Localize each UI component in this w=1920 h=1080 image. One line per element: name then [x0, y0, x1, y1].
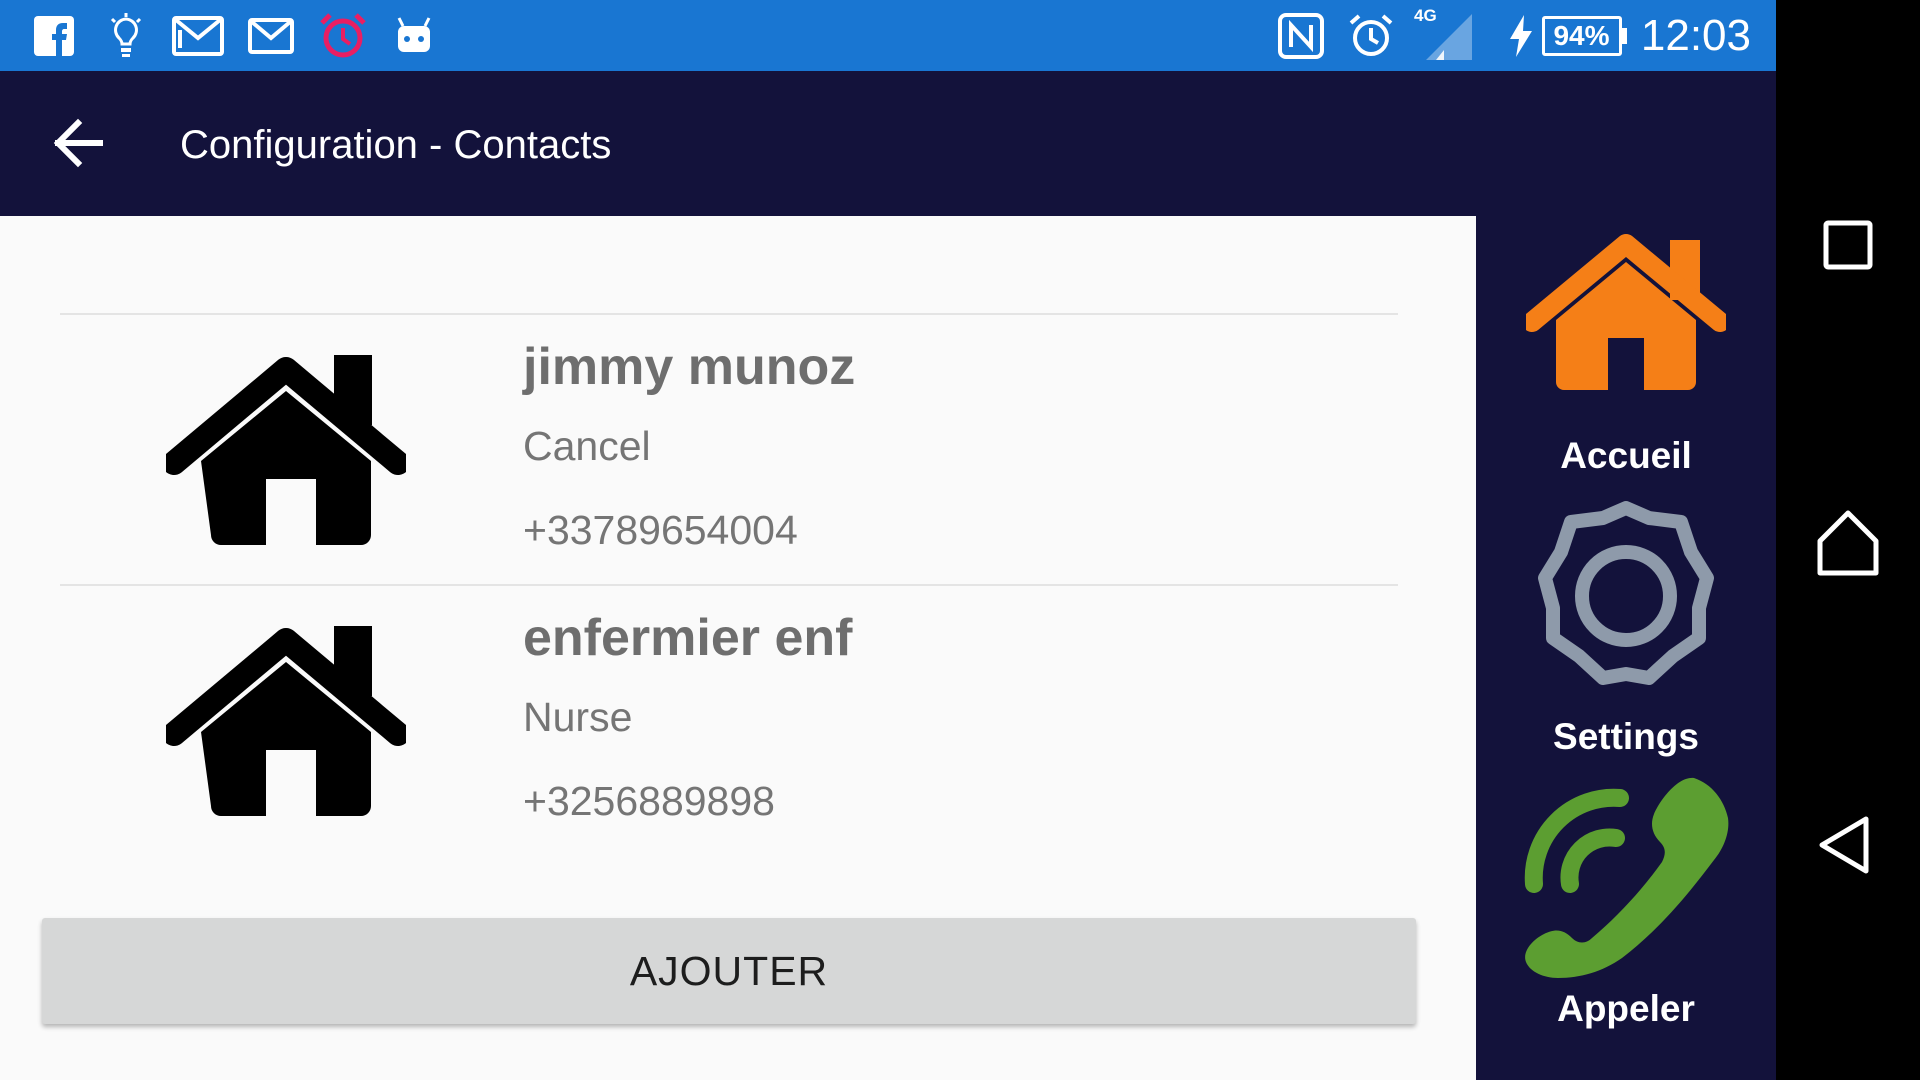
nav-home-label: Accueil	[1560, 435, 1692, 476]
back-system-button[interactable]	[1808, 805, 1888, 885]
back-button[interactable]	[48, 111, 118, 175]
system-navigation-bar	[1776, 0, 1920, 1080]
network-type: 4G	[1414, 6, 1437, 25]
contact-role: Cancel	[523, 423, 651, 469]
home-outline-icon	[1817, 510, 1879, 576]
contact-name: jimmy munoz	[523, 338, 856, 396]
page-title: Configuration - Contacts	[180, 123, 612, 167]
contact-phone: +3256889898	[523, 778, 775, 824]
triangle-back-icon	[1819, 816, 1869, 874]
home-system-button[interactable]	[1808, 503, 1888, 583]
nav-home-button[interactable]: Accueil	[1476, 216, 1776, 486]
mail-icon	[248, 10, 294, 62]
nav-call-label: Appeler	[1557, 988, 1695, 1029]
nfc-icon	[1276, 10, 1326, 62]
contact-phone: +33789654004	[523, 507, 798, 553]
alarm-clock-icon	[318, 10, 368, 62]
alarm-icon	[1346, 10, 1396, 62]
nav-settings-button[interactable]: Settings	[1476, 496, 1776, 766]
facebook-icon	[32, 10, 76, 62]
home-icon	[166, 355, 406, 545]
status-time: 12:03	[1640, 11, 1751, 60]
recents-button[interactable]	[1808, 205, 1888, 285]
contact-item[interactable]: jimmy munoz Cancel +33789654004	[60, 315, 1398, 585]
signal-icon: 4G	[1414, 6, 1474, 62]
contact-role: Nurse	[523, 694, 633, 740]
phone-icon	[1524, 777, 1729, 978]
side-navigation: Accueil Settings Appeler	[1476, 216, 1776, 1080]
arrow-back-icon	[53, 118, 103, 168]
android-icon	[394, 10, 434, 62]
battery-icon: 94%	[1540, 10, 1628, 62]
status-bar: 4G 94% 12:03	[0, 0, 1776, 71]
charging-icon	[1506, 10, 1536, 62]
home-icon	[166, 626, 406, 816]
nav-call-button[interactable]: Appeler	[1476, 776, 1776, 1076]
battery-percent: 94%	[1553, 20, 1610, 51]
toolbar: Configuration - Contacts	[0, 71, 1776, 216]
square-icon	[1823, 220, 1873, 270]
contact-item[interactable]: enfermier enf Nurse +3256889898	[60, 586, 1398, 856]
home-icon	[1526, 234, 1726, 390]
gmail-icon	[172, 10, 224, 62]
lightbulb-icon	[106, 10, 146, 62]
gear-icon	[1538, 501, 1714, 685]
nav-settings-label: Settings	[1553, 716, 1699, 757]
add-contact-button[interactable]: AJOUTER	[42, 918, 1416, 1024]
contact-name: enfermier enf	[523, 609, 853, 667]
contacts-list: jimmy munoz Cancel +33789654004 enfermie…	[0, 216, 1476, 1080]
